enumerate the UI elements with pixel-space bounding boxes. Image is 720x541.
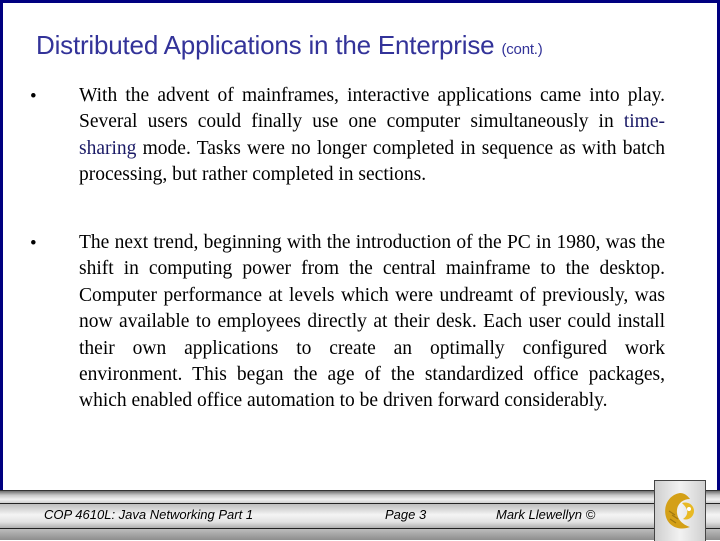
footer-band-bottom [0, 529, 720, 540]
bullet-marker-2: • [30, 233, 37, 254]
bullet-paragraph-1: With the advent of mainframes, interacti… [79, 83, 665, 189]
bullet-marker-1: • [30, 86, 37, 107]
title-text: Distributed Applications in the Enterpri… [36, 30, 495, 60]
bullet-1-text-after: mode. Tasks were no longer completed in … [79, 137, 665, 186]
footer-author: Mark Llewellyn © [496, 507, 596, 522]
footer-band-top [0, 490, 720, 503]
pegasus-logo-icon [665, 493, 694, 529]
logo-box [654, 480, 706, 541]
bullet-paragraph-2: The next trend, beginning with the intro… [79, 232, 665, 412]
footer-page-number: Page 3 [385, 507, 427, 522]
bullet-1-text-before: With the advent of mainframes, interacti… [79, 85, 665, 133]
slide-title: Distributed Applications in the Enterpri… [36, 30, 543, 61]
slide-footer: COP 4610L: Java Networking Part 1 Page 3… [0, 480, 720, 541]
footer-course: COP 4610L: Java Networking Part 1 [44, 507, 254, 522]
title-suffix: (cont.) [501, 41, 543, 58]
